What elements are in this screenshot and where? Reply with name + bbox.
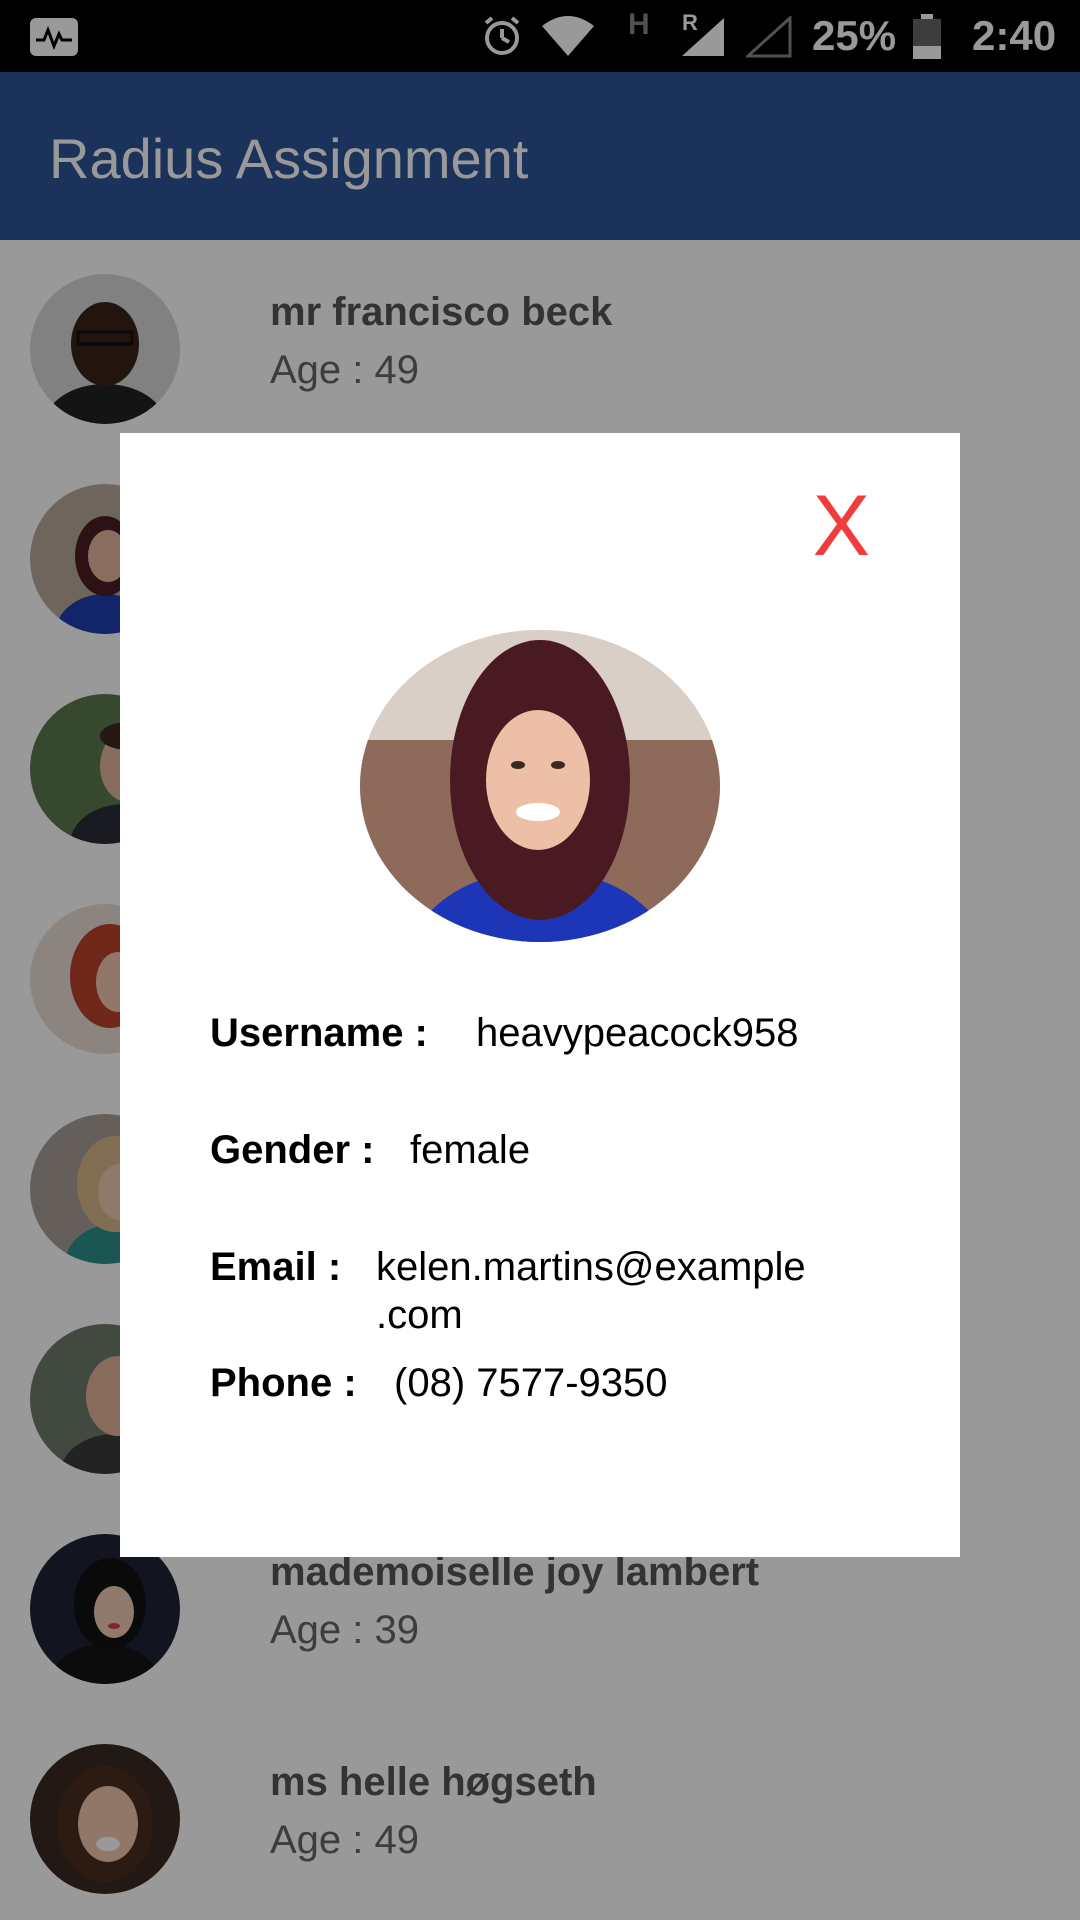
email-label: Email : (210, 1245, 342, 1289)
email-row: Email : kelen.martins@example .com (210, 1245, 870, 1345)
gender-label: Gender : (210, 1128, 375, 1172)
user-detail-dialog: X Username : heavypeacock958 Gender : fe… (120, 433, 960, 1557)
phone-label: Phone : (210, 1361, 357, 1405)
gender-value: female (410, 1128, 531, 1172)
gender-row: Gender : female (210, 1128, 870, 1173)
phone-value: (08) 7577-9350 (394, 1361, 668, 1405)
username-label: Username : (210, 1011, 428, 1055)
username-value: heavypeacock958 (476, 1011, 799, 1055)
phone-row: Phone : (08) 7577-9350 (210, 1361, 870, 1406)
profile-photo (360, 630, 720, 942)
username-row: Username : heavypeacock958 (210, 1011, 870, 1056)
email-value-line2: .com (376, 1293, 463, 1337)
email-value-line1: kelen.martins@example (376, 1245, 806, 1289)
close-button[interactable]: X (813, 483, 870, 569)
